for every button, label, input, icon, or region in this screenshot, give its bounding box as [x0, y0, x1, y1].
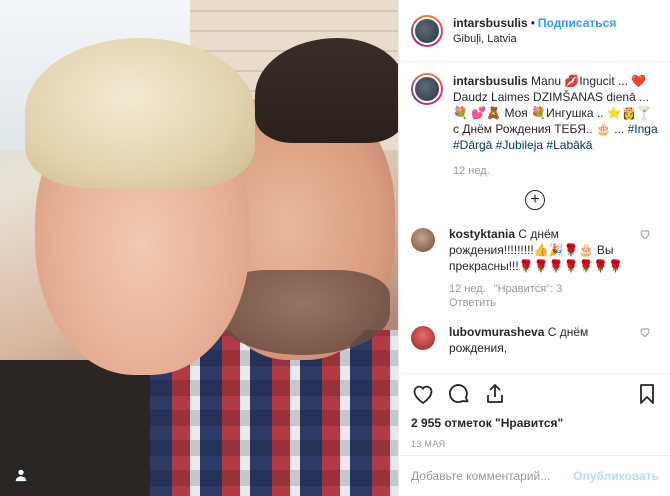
follow-button[interactable]: Подписаться — [538, 16, 616, 30]
hashtag[interactable]: #Inga — [628, 122, 658, 136]
post-header: intarsbusulis • Подписаться Gibuļi, Latvia — [399, 0, 670, 62]
comment-timestamp[interactable]: 12 нед. — [449, 283, 486, 295]
heart-icon[interactable] — [411, 382, 435, 406]
comment-item: kostyktania С днём рождения!!!!!!!!!👍🎉🌹🎂… — [411, 226, 659, 310]
comment-likes[interactable]: "Нравится": 3 — [494, 283, 563, 295]
caption-avatar[interactable] — [411, 73, 443, 105]
reply-button[interactable]: Ответить — [449, 296, 639, 310]
author-avatar[interactable] — [411, 14, 443, 47]
commenter-username[interactable]: lubovmurasheva — [449, 325, 544, 339]
comment-like-heart-icon[interactable] — [639, 326, 651, 338]
comments-scroll-area[interactable]: intarsbusulis Manu 💋Inguci̇t ... ❤️ Daud… — [399, 63, 670, 373]
post-location[interactable]: Gibuļi, Latvia — [453, 31, 616, 47]
action-icons — [411, 382, 659, 406]
plus-circle-icon[interactable]: + — [525, 190, 545, 210]
bookmark-icon[interactable] — [635, 382, 659, 406]
commenter-avatar[interactable] — [411, 326, 435, 350]
caption-timestamp[interactable]: 12 нед. — [453, 165, 658, 177]
likes-count[interactable]: 2 955 отметок "Нравится" — [411, 416, 659, 430]
hashtag[interactable]: #Dārgā — [453, 138, 492, 152]
author-username[interactable]: intarsbusulis — [453, 16, 528, 30]
post-date[interactable]: 13 МАЯ — [411, 439, 659, 449]
comment-item: lubovmurasheva С днём рождения, — [411, 324, 659, 356]
share-icon[interactable] — [483, 382, 507, 406]
comment-input[interactable]: Добавьте комментарий... — [411, 469, 573, 483]
post-photo[interactable] — [0, 0, 398, 496]
comment-like-heart-icon[interactable] — [639, 228, 651, 240]
caption: intarsbusulis Manu 💋Inguci̇t ... ❤️ Daud… — [411, 73, 659, 177]
add-comment-bar: Добавьте комментарий... Опубликовать — [399, 455, 670, 496]
publish-button[interactable]: Опубликовать — [573, 469, 659, 483]
commenter-username[interactable]: kostyktania — [449, 227, 515, 241]
woman-hair — [25, 38, 255, 188]
caption-username[interactable]: intarsbusulis — [453, 74, 528, 88]
post-actions: 2 955 отметок "Нравится" 13 МАЯ — [399, 373, 670, 449]
hashtag[interactable]: #Jubileja — [496, 138, 543, 152]
post-side-panel: intarsbusulis • Подписаться Gibuļi, Latvia… — [398, 0, 670, 496]
load-more-comments[interactable]: + — [411, 190, 659, 210]
comment-icon[interactable] — [447, 382, 471, 406]
separator-dot: • — [530, 15, 535, 30]
commenter-avatar[interactable] — [411, 228, 435, 252]
caption-text: intarsbusulis Manu 💋Inguci̇t ... ❤️ Daud… — [453, 73, 658, 153]
tagged-user-icon[interactable] — [8, 462, 34, 488]
hashtag[interactable]: #Labākā — [546, 138, 592, 152]
